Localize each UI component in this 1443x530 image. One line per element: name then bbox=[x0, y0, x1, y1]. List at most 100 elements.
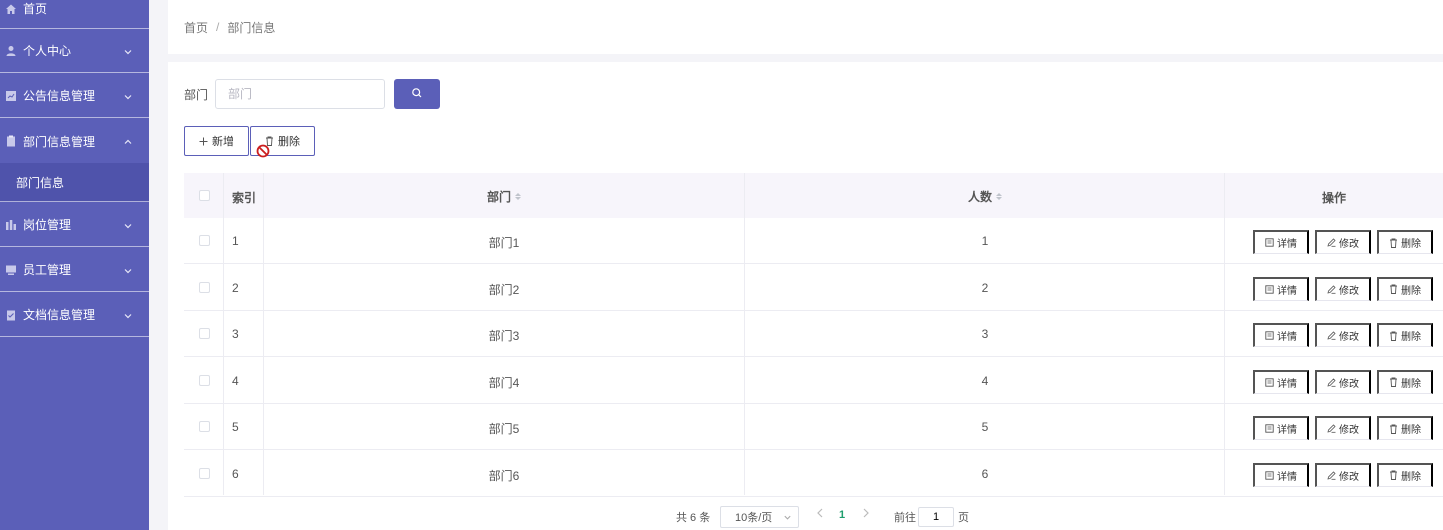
delete-button-label: 删除 bbox=[1401, 332, 1421, 343]
table-header: 索引 部门 人数 操作 bbox=[184, 173, 1443, 218]
document-icon bbox=[1265, 284, 1274, 294]
trash-icon bbox=[1389, 377, 1398, 387]
checklist-icon bbox=[5, 309, 17, 321]
add-button[interactable]: 新增 bbox=[184, 126, 249, 156]
pagination: 共 6 条 10条/页 1 前往 页 bbox=[168, 503, 1443, 529]
delete-button[interactable]: 删除 bbox=[1377, 369, 1433, 394]
sidebar-item-employee-management[interactable]: 员工管理 bbox=[0, 248, 149, 292]
sidebar-item-notice-management[interactable]: 公告信息管理 bbox=[0, 74, 149, 118]
edit-icon bbox=[1327, 377, 1336, 387]
cell-index: 2 bbox=[232, 280, 239, 295]
sidebar-item-position-management[interactable]: 岗位管理 bbox=[0, 203, 149, 247]
search-input[interactable] bbox=[215, 79, 385, 109]
header-department[interactable]: 部门 bbox=[264, 188, 744, 205]
detail-button-label: 详情 bbox=[1277, 332, 1297, 343]
sidebar-item-label: 个人中心 bbox=[23, 44, 72, 58]
edit-icon bbox=[1327, 331, 1336, 340]
edit-button-label: 修改 bbox=[1339, 332, 1359, 343]
edit-button-label: 修改 bbox=[1339, 285, 1359, 297]
delete-button[interactable]: 删除 bbox=[1377, 230, 1433, 254]
home-icon bbox=[5, 3, 17, 15]
cell-department: 部门1 bbox=[488, 236, 520, 250]
row-checkbox[interactable] bbox=[199, 467, 210, 479]
table-row: 2 部门2 2 详情 修改 删除 bbox=[184, 265, 1443, 311]
goto-label: 前往 bbox=[894, 512, 916, 524]
header-count[interactable]: 人数 bbox=[745, 188, 1225, 205]
batch-delete-button-label: 删除 bbox=[278, 136, 300, 148]
detail-button[interactable]: 详情 bbox=[1253, 276, 1309, 301]
detail-button[interactable]: 详情 bbox=[1253, 462, 1309, 487]
detail-button-label: 详情 bbox=[1277, 471, 1297, 483]
detail-button[interactable]: 详情 bbox=[1253, 416, 1309, 440]
delete-button-label: 删除 bbox=[1401, 425, 1421, 436]
next-page-button[interactable] bbox=[862, 507, 870, 522]
edit-button-label: 修改 bbox=[1339, 378, 1359, 390]
sidebar-item-label: 部门信息管理 bbox=[23, 134, 96, 149]
chevron-down-icon bbox=[123, 310, 133, 320]
breadcrumb-home[interactable]: 首页 bbox=[184, 19, 208, 36]
cell-department: 部门3 bbox=[488, 329, 520, 343]
trash-icon bbox=[1389, 238, 1398, 248]
row-checkbox[interactable] bbox=[199, 281, 210, 293]
cell-department: 部门4 bbox=[488, 375, 520, 390]
delete-button[interactable]: 删除 bbox=[1377, 416, 1433, 440]
detail-button[interactable]: 详情 bbox=[1253, 230, 1309, 254]
detail-button[interactable]: 详情 bbox=[1253, 323, 1309, 347]
prev-page-button[interactable] bbox=[816, 507, 824, 522]
cell-count: 5 bbox=[981, 420, 989, 434]
current-page[interactable]: 1 bbox=[839, 509, 845, 521]
detail-button-label: 详情 bbox=[1277, 285, 1297, 297]
edit-button[interactable]: 修改 bbox=[1315, 230, 1371, 254]
cell-count: 2 bbox=[981, 280, 989, 295]
cell-index: 5 bbox=[232, 420, 239, 434]
page-size-select[interactable]: 10条/页 bbox=[720, 506, 799, 528]
cell-department: 部门2 bbox=[488, 282, 520, 297]
select-all-checkbox[interactable] bbox=[199, 190, 210, 201]
delete-button[interactable]: 删除 bbox=[1377, 323, 1433, 347]
monitor-icon bbox=[5, 264, 17, 276]
edit-button[interactable]: 修改 bbox=[1315, 276, 1371, 301]
goto-page-input[interactable] bbox=[918, 507, 954, 527]
search-icon bbox=[411, 87, 423, 102]
chart-icon bbox=[5, 90, 17, 102]
sidebar-item-personal-center[interactable]: 个人中心 bbox=[0, 29, 149, 73]
breadcrumb-separator: / bbox=[216, 20, 220, 34]
table-row: 4 部门4 4 详情 修改 删除 bbox=[184, 358, 1443, 404]
table-row: 1 部门1 1 详情 修改 删除 bbox=[184, 218, 1443, 264]
edit-icon bbox=[1327, 238, 1336, 247]
row-checkbox[interactable] bbox=[199, 421, 210, 432]
content-panel: 部门 新增 删除 索引 bbox=[168, 62, 1443, 530]
detail-button[interactable]: 详情 bbox=[1253, 369, 1309, 394]
delete-button-label: 删除 bbox=[1401, 471, 1421, 483]
sidebar-item-label: 文档信息管理 bbox=[23, 308, 96, 322]
chevron-down-icon bbox=[123, 220, 133, 230]
delete-button[interactable]: 删除 bbox=[1377, 276, 1433, 301]
edit-button[interactable]: 修改 bbox=[1315, 369, 1371, 394]
sidebar-item-department-management[interactable]: 部门信息管理 bbox=[0, 119, 149, 163]
sidebar-item-document-management[interactable]: 文档信息管理 bbox=[0, 293, 149, 337]
delete-button[interactable]: 删除 bbox=[1377, 462, 1433, 487]
row-checkbox[interactable] bbox=[199, 374, 210, 386]
document-icon bbox=[1265, 331, 1274, 340]
edit-button-label: 修改 bbox=[1339, 425, 1359, 436]
detail-button-label: 详情 bbox=[1277, 239, 1297, 250]
edit-button[interactable]: 修改 bbox=[1315, 323, 1371, 347]
edit-button[interactable]: 修改 bbox=[1315, 416, 1371, 440]
chevron-down-icon bbox=[123, 265, 133, 275]
header-department-label: 部门 bbox=[486, 190, 511, 204]
sidebar-item-home[interactable]: 首页 bbox=[0, 0, 149, 29]
delete-button-label: 删除 bbox=[1401, 378, 1421, 390]
row-checkbox[interactable] bbox=[199, 328, 210, 339]
edit-button-label: 修改 bbox=[1339, 239, 1359, 250]
sidebar-item-label: 首页 bbox=[23, 2, 48, 16]
table-row: 5 部门5 5 详情 修改 删除 bbox=[184, 404, 1443, 450]
search-button[interactable] bbox=[394, 79, 440, 109]
sidebar-subitem-department-info[interactable]: 部门信息 bbox=[0, 163, 149, 202]
cell-count: 6 bbox=[981, 466, 989, 481]
not-allowed-cursor-icon bbox=[256, 144, 270, 158]
cell-index: 4 bbox=[232, 373, 239, 388]
row-checkbox[interactable] bbox=[199, 235, 210, 246]
edit-button[interactable]: 修改 bbox=[1315, 462, 1371, 487]
sort-icon bbox=[515, 193, 521, 200]
pagination-total: 共 6 条 bbox=[676, 512, 711, 524]
